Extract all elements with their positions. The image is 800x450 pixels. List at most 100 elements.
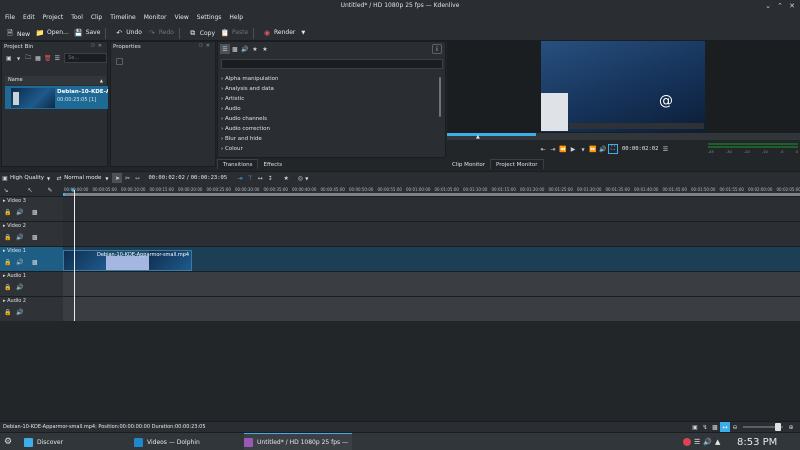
menu-view[interactable]: View (175, 12, 189, 24)
snap-toggle-icon[interactable]: ↦ (720, 422, 730, 432)
effect-category[interactable]: › Artistic (218, 94, 438, 104)
forward-icon[interactable]: ⏩ (588, 144, 598, 154)
bin-column-header[interactable]: Name ▲ (5, 76, 106, 85)
tab-project-monitor[interactable]: Project Monitor (490, 159, 544, 169)
menu-project[interactable]: Project (43, 12, 64, 24)
clipboard-icon[interactable]: ☰ (694, 438, 700, 446)
film-icon[interactable]: ▩ (32, 209, 38, 216)
rewind-icon[interactable]: ⏪ (558, 144, 568, 154)
mute-icon[interactable]: 🔊 (16, 309, 23, 316)
info-icon[interactable]: i (432, 44, 442, 54)
track-lane-audio-2[interactable] (63, 296, 800, 321)
minimize-icon[interactable]: ⌄ (763, 1, 773, 11)
menu-timeline[interactable]: Timeline (110, 12, 136, 24)
effects-search-input[interactable] (221, 59, 443, 69)
tab-clip-monitor[interactable]: Clip Monitor (447, 160, 490, 170)
mute-icon[interactable]: 🔊 (16, 234, 23, 241)
zoom-slider[interactable] (743, 423, 783, 431)
effect-category[interactable]: › Audio (218, 104, 438, 114)
properties-checkbox[interactable] (116, 58, 123, 65)
notification-icon[interactable] (683, 438, 691, 446)
thumbnail-icon[interactable]: ▩ (710, 422, 720, 432)
chevron-down-icon[interactable]: ▼ (47, 176, 50, 181)
track-lane-video-2[interactable] (63, 221, 800, 246)
render-button[interactable]: ◉ Render ▼ (263, 24, 305, 41)
copy-button[interactable]: ⧉ Copy (189, 25, 215, 42)
timeline-clip[interactable]: Debian-10-KDE-Apparmor-small.mp4 (63, 250, 192, 271)
mute-icon[interactable]: 🔊 (16, 259, 23, 266)
quality-select[interactable]: High Quality (10, 175, 44, 181)
monitor-ruler[interactable]: ▲ (447, 133, 800, 140)
menu-help[interactable]: Help (229, 12, 243, 24)
effect-category[interactable]: › Audio channels (218, 114, 438, 124)
menu-icon[interactable]: ☰ (53, 53, 63, 63)
chevron-down-icon[interactable]: ▼ (105, 176, 108, 181)
bin-search-input[interactable]: Se... (64, 53, 108, 63)
show-audio-icon[interactable]: ↯ (700, 422, 710, 432)
open-button[interactable]: 📁 Open... (36, 24, 69, 41)
effect-category[interactable]: › Alpha manipulation (218, 74, 438, 84)
zoom-in-icon[interactable]: ⊕ (786, 422, 796, 432)
volume-icon[interactable]: 🔊 (703, 438, 712, 446)
film-icon[interactable]: ▩ (230, 44, 240, 54)
chevron-down-icon[interactable]: ▼ (305, 176, 308, 181)
play-icon[interactable]: ▶ (568, 144, 578, 154)
timeline-playhead[interactable] (74, 190, 75, 321)
bin-clip-item[interactable]: Debian-10-KDE-Appar 00:00:23:05 [1] (5, 86, 108, 109)
delete-icon[interactable]: 🗑 (43, 53, 53, 63)
zoom-out-icon[interactable]: ⊖ (730, 422, 740, 432)
menu-clip[interactable]: Clip (91, 12, 102, 24)
add-clip-icon[interactable]: ▣ (4, 53, 14, 63)
set-zone-out-icon[interactable]: ⇥ (548, 144, 558, 154)
volume-icon[interactable]: 🔊 (598, 144, 608, 154)
save-button[interactable]: 💾 Save (74, 24, 100, 41)
collapse-icon[interactable]: ↘ (1, 185, 11, 195)
track-lane-video-1[interactable]: Debian-10-KDE-Apparmor-small.mp4 (63, 246, 800, 271)
film-icon[interactable]: ▩ (32, 234, 38, 241)
mute-icon[interactable]: 🔊 (16, 209, 23, 216)
lock-icon[interactable]: 🔒 (4, 309, 11, 316)
effect-category[interactable]: › Analysis and data (218, 84, 438, 94)
expand-icon[interactable]: ↖ (25, 185, 35, 195)
app-launcher-icon[interactable]: ⚙ (4, 433, 12, 450)
set-zone-in-icon[interactable]: ⇤ (538, 144, 548, 154)
lock-icon[interactable]: 🔒 (4, 209, 11, 216)
chevron-down-icon[interactable]: ▼ (578, 144, 588, 154)
lift-icon[interactable]: ↕ (265, 173, 275, 183)
timeline-empty-area[interactable] (0, 321, 800, 421)
panel-float-close-icons[interactable]: ⚆✕ (198, 43, 213, 49)
lock-icon[interactable]: 🔒 (4, 259, 11, 266)
track-lane-audio-1[interactable] (63, 271, 800, 296)
clock[interactable]: 8:53 PM (737, 433, 777, 450)
render-preview-icon[interactable]: ▣ (690, 422, 700, 432)
task-discover[interactable]: Discover (24, 433, 128, 450)
razor-tool-icon[interactable]: ✂ (122, 173, 132, 183)
clip-properties-icon[interactable]: ▦ (33, 53, 43, 63)
mute-icon[interactable]: 🔊 (16, 284, 23, 291)
lock-icon[interactable]: 🔒 (4, 284, 11, 291)
insert-icon[interactable]: ⇥ (235, 173, 245, 183)
audio-effects-icon[interactable]: 🔊 (240, 44, 250, 54)
track-header-video-3[interactable]: ▸ Video 3 🔒 🔊 ▩ (0, 196, 63, 221)
track-header-video-2[interactable]: ▸ Video 2 🔒 🔊 ▩ (0, 221, 63, 246)
panel-float-close-icons[interactable]: ⚆✕ (90, 43, 105, 49)
tray-expand-icon[interactable]: ▲ (715, 438, 720, 446)
extract-icon[interactable]: ↔ (255, 173, 265, 183)
track-lane-video-3[interactable] (63, 196, 800, 221)
track-header-audio-2[interactable]: ▸ Audio 2 🔒 🔊 (0, 296, 63, 321)
effect-category[interactable]: › Audio correction (218, 124, 438, 134)
track-header-video-1[interactable]: ▸ Video 1 🔒 🔊 ▩ (0, 246, 63, 271)
menu-file[interactable]: File (5, 12, 15, 24)
snap-icon[interactable]: ◎ (295, 173, 305, 183)
folder-icon[interactable]: 🗀 (23, 53, 33, 63)
fullscreen-icon[interactable]: ⛶ (608, 144, 618, 154)
tab-transitions[interactable]: Transitions (217, 159, 259, 169)
menu-tool[interactable]: Tool (71, 12, 83, 24)
film-icon[interactable]: ▩ (32, 259, 38, 266)
new-button[interactable]: 🗎 New (6, 26, 30, 43)
lock-icon[interactable]: 🔒 (4, 234, 11, 241)
custom-effects-icon[interactable]: ★ (250, 44, 260, 54)
timeline-position[interactable]: 00:00:02:02 (148, 175, 184, 181)
task-kdenlive[interactable]: Untitled* / HD 1080p 25 fps — Kdenlive (244, 433, 352, 450)
effect-category[interactable]: › Blur and hide (218, 134, 438, 144)
